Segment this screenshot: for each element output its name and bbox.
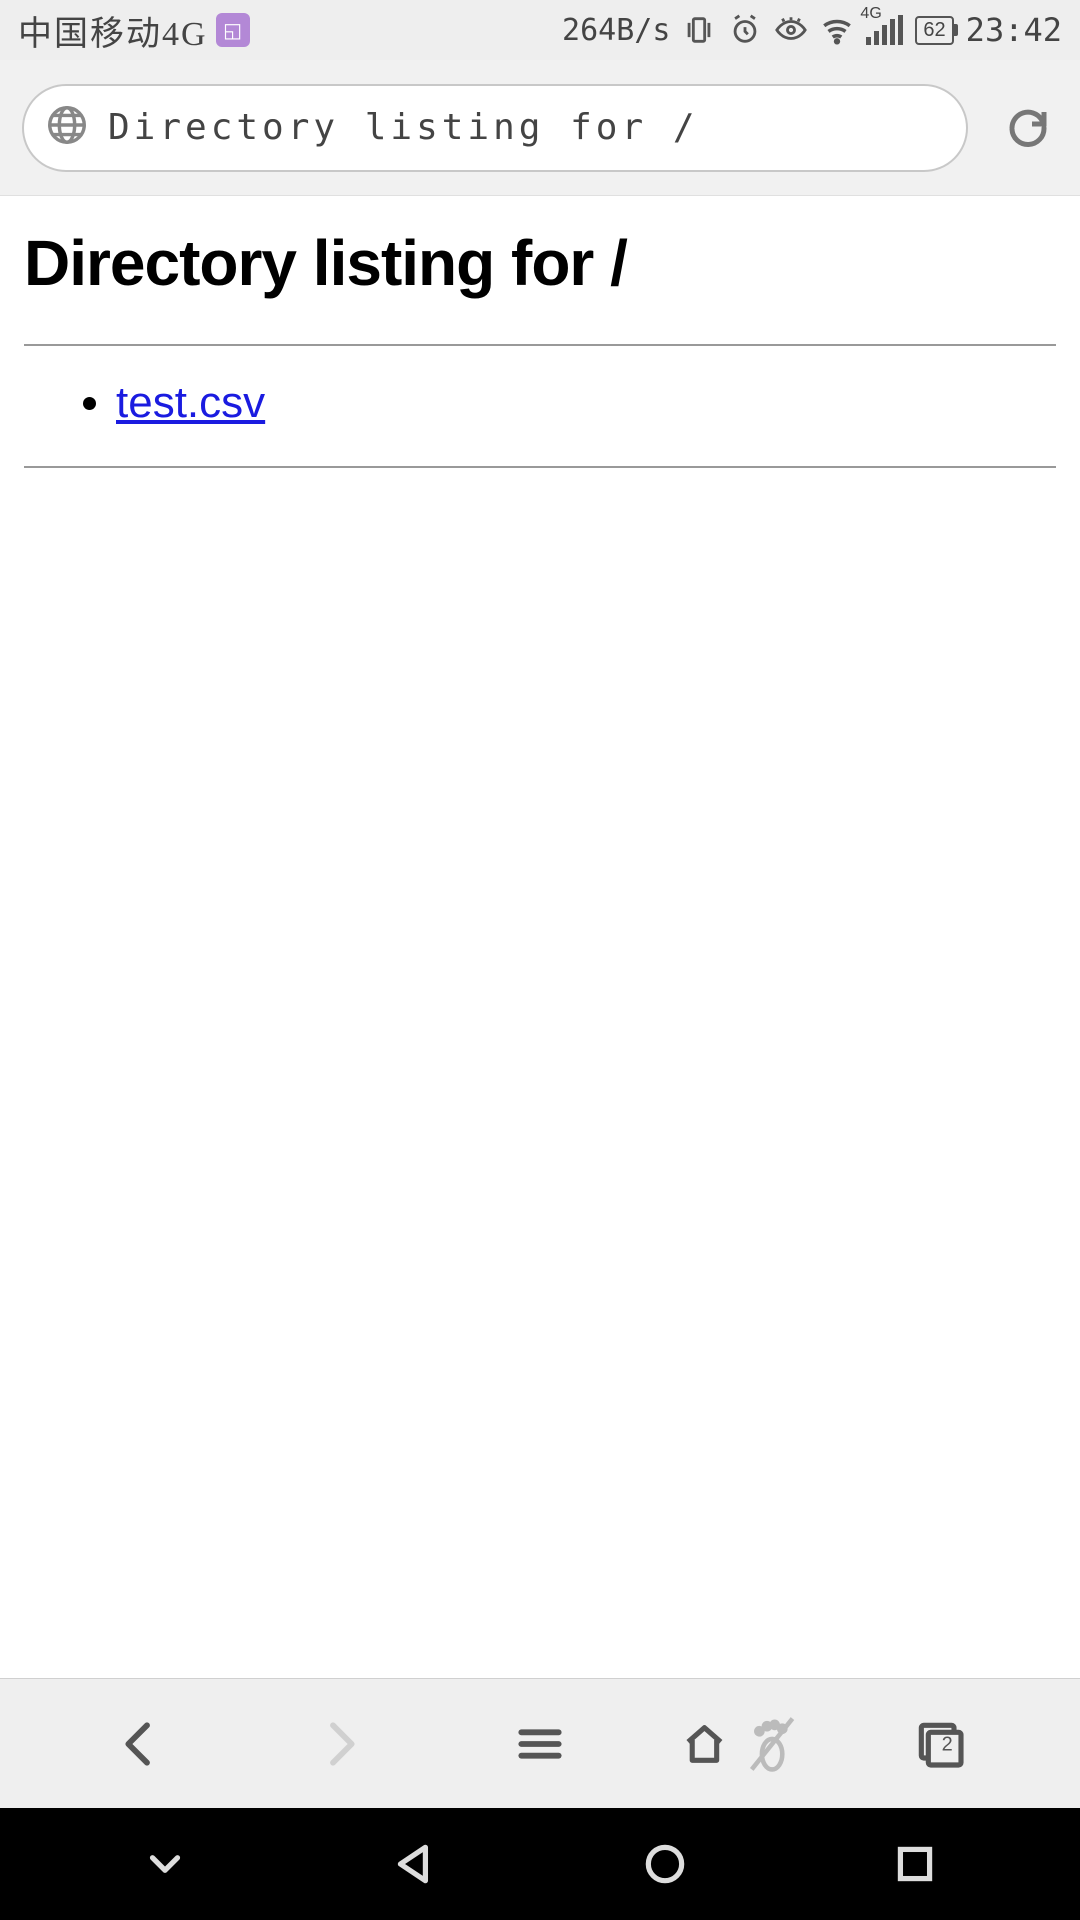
nav-recent-button[interactable] (865, 1839, 965, 1889)
nav-back-button[interactable] (365, 1839, 465, 1889)
home-button[interactable] (680, 1709, 800, 1779)
page-content: Directory listing for / test.csv (0, 196, 1080, 1678)
network-speed: 264B/s (562, 13, 670, 48)
wifi-icon (820, 13, 854, 47)
ime-switch-button[interactable] (115, 1839, 215, 1889)
forward-button[interactable] (280, 1716, 400, 1772)
tabs-button[interactable]: 2 (880, 1716, 1000, 1772)
url-input[interactable]: Directory listing for / (22, 84, 968, 172)
cellular-signal-icon: 4G (866, 15, 903, 45)
notification-app-icon: ◱ (216, 13, 250, 47)
divider (24, 466, 1056, 468)
browser-toolbar: 2 (0, 1678, 1080, 1808)
url-text: Directory listing for / (108, 107, 699, 148)
file-list: test.csv (24, 378, 1056, 428)
status-left: 中国移动4G ◱ (18, 6, 250, 55)
system-nav-bar (0, 1808, 1080, 1920)
battery-indicator: 62 (915, 16, 953, 45)
browser-address-bar: Directory listing for / (0, 60, 1080, 196)
status-right: 264B/s (562, 11, 1062, 49)
page-title: Directory listing for / (24, 226, 1056, 300)
list-item: test.csv (116, 378, 1056, 428)
clock: 23:42 (966, 11, 1062, 49)
eye-icon (774, 13, 808, 47)
divider (24, 344, 1056, 346)
vibrate-icon (682, 13, 716, 47)
nav-home-button[interactable] (615, 1839, 715, 1889)
tab-count: 2 (942, 1733, 953, 1756)
status-bar: 中国移动4G ◱ 264B/s (0, 0, 1080, 60)
back-button[interactable] (80, 1716, 200, 1772)
carrier-label: 中国移动4G (18, 6, 208, 55)
alarm-icon (728, 13, 762, 47)
footprint-icon (739, 1709, 800, 1779)
menu-button[interactable] (480, 1716, 600, 1772)
refresh-button[interactable] (998, 104, 1058, 152)
globe-icon (44, 102, 90, 153)
file-link[interactable]: test.csv (116, 378, 265, 427)
